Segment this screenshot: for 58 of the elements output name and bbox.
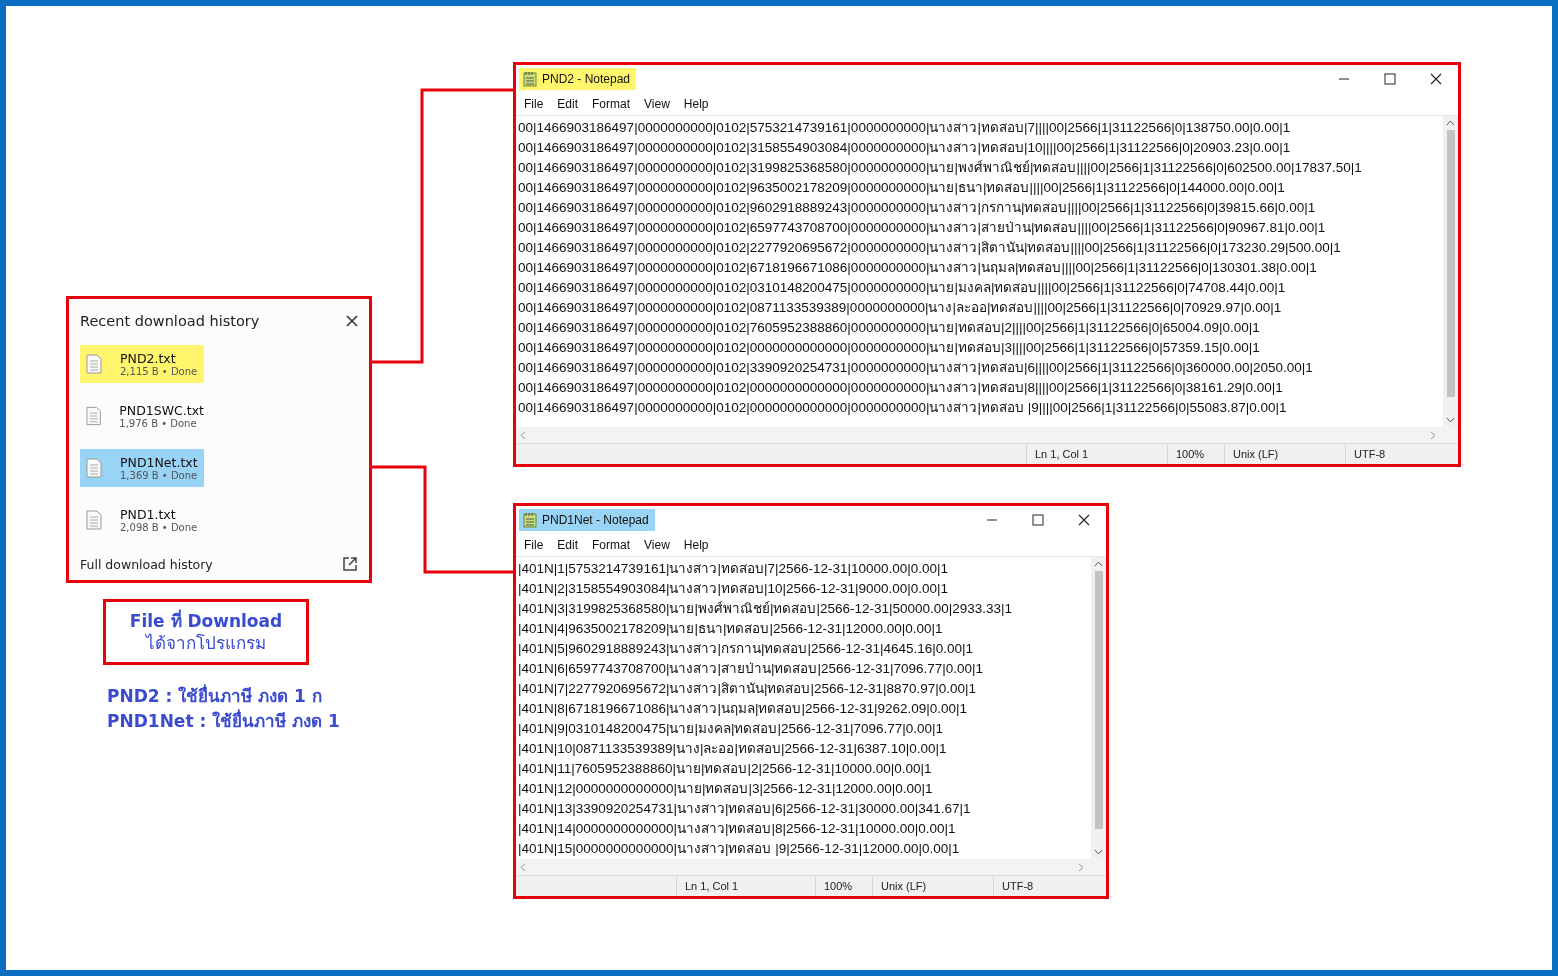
- zoom-level: 100%: [815, 876, 872, 896]
- download-item[interactable]: PND2.txt 2,115 B • Done: [80, 345, 204, 383]
- file-meta: 2,115 B • Done: [120, 366, 198, 377]
- scroll-down-icon[interactable]: [1446, 417, 1455, 423]
- notepad-icon: [523, 71, 537, 87]
- scroll-up-icon[interactable]: [1446, 120, 1455, 126]
- external-link-icon[interactable]: [342, 556, 358, 572]
- file-icon: [86, 406, 102, 426]
- file-name: PND1Net.txt: [120, 455, 198, 470]
- close-icon[interactable]: [346, 315, 358, 327]
- vertical-scrollbar[interactable]: [1091, 557, 1106, 859]
- menu-item[interactable]: View: [637, 95, 677, 113]
- file-name: PND1.txt: [120, 507, 177, 522]
- file-meta: 1,369 B • Done: [120, 470, 198, 481]
- text-area[interactable]: 00|1466903186497|0000000000|0102|5753214739161|0000000000|นางสาว|ทดสอบ|7||||00|2566|1|31122566|0|138750.00|0.00|1 00|1466903186497|0000000000|0102|3158554903084|0000000000|นางสาว|ทดสอบ|10||||00|2566|1|31122566|0|20903.23|0.00|1 00|1466903186497|0000000000|0102|3199825368580|0000000000|นาย|พงศ์พาณิชย์|ทดสอบ||||00|2566|1|31122566|0|602500.00|17837.50|1 00|1466903186497|0000000000|0102|9635002178209|0000000000|นาย|ธนา|ทดสอบ||||00|2566|1|31122566|0|144000.00|0.00|1 00|1466903186497|0000000000|0102|9602918889243|0000000000|นางสาว|กรกาน|ทดสอบ||||00|2566|1|31122566|0|39815.66|0.00|1 00|1466903186497|0000000000|0102|6597743708700|0000000000|นางสาว|สายป่าน|ทดสอบ||||00|2566|1|31122566|0|90967.81|0.00|1 00|1466903186497|0000000000|0102|2277920695672|0000000000|นางสาว|สิตานัน|ทดสอบ||||00|2566|1|31122566|0|173230.29|500.00|1 00|1466903186497|0000000000|0102|6718196671086|0000000000|นางสาว|นฤมล|ทดสอบ||||00|2566|1|31122566|0|130301.38|0.00|1 00|1466903186497|0000000000|0102|0310148200475|0000000000|นาย|มงคล|ทดสอบ||||00|2566|1|31122566|0|74708.44|0.00|1 00|1466903186497|0000000000|0102|0871133539389|0000000000|นาง|ละออ|ทดสอบ||||00|2566|1|31122566|0|70929.97|0.00|1 00|1466903186497|0000000000|0102|7605952388860|0000000000|นาย|ทดสอบ|2||||00|2566|1|31122566|0|65004.09|0.00|1 00|1466903186497|0000000000|0102|0000000000000|0000000000|นาย|ทดสอบ|3||||00|2566|1|31122566|0|57359.15|0.00|1 00|1466903186497|0000000000|0102|3390920254731|0000000000|นางสาว|ทดสอบ|6||||00|2566|1|31122566|0|360000.00|2050.00|1 00|1466903186497|0000000000|0102|0000000000000|0000000000|นางสาว|ทดสอบ|8||||00|2566|1|31122566|0|38161.29|0.00|1 00|1466903186497|0000000000|0102|0000000000000|0000000000|นางสาว|ทดสอบ |9||||00|2566|1|31122566|0|55083.87|0.00|1: [516, 116, 1443, 427]
- encoding: UTF-8: [1345, 444, 1458, 464]
- download-item[interactable]: PND1.txt 2,098 B • Done: [80, 501, 204, 539]
- file-name: PND1SWC.txt: [119, 403, 204, 418]
- file-name: PND2.txt: [120, 351, 177, 366]
- line-ending: Unix (LF): [1224, 444, 1345, 464]
- caption-text: ได้จากโปรแกรม: [146, 632, 266, 655]
- notepad-icon: [523, 512, 537, 528]
- panel-title: Recent download history: [80, 313, 260, 329]
- cursor-position: Ln 1, Col 1: [676, 876, 815, 896]
- legend-text: PND2 : ใช้ยื่นภาษี ภงด 1 ก: [107, 684, 323, 708]
- file-icon: [86, 458, 102, 478]
- cursor-position: Ln 1, Col 1: [1026, 444, 1167, 464]
- menu-item[interactable]: View: [637, 536, 677, 554]
- window-title: PND1Net - Notepad: [519, 509, 655, 531]
- file-meta: 1,976 B • Done: [119, 418, 198, 429]
- zoom-level: 100%: [1167, 444, 1224, 464]
- maximize-icon[interactable]: [1384, 73, 1396, 85]
- text-area[interactable]: |401N|1|5753214739161|นางสาว|ทดสอบ|7|2566-12-31|10000.00|0.00|1 |401N|2|3158554903084|นางสาว|ทดสอบ|10|2566-12-31|9000.00|0.00|1 |401N|3|3199825368580|นาย|พงศ์พาณิชย์|ทดสอบ|2566-12-31|50000.00|2933.33|1 |401N|4|9635002178209|นาย|ธนา|ทดสอบ|2566-12-31|12000.00|0.00|1 |401N|5|9602918889243|นางสาว|กรกาน|ทดสอบ|2566-12-31|4645.16|0.00|1 |401N|6|6597743708700|นางสาว|สายป่าน|ทดสอบ|2566-12-31|7096.77|0.00|1 |401N|7|2277920695672|นางสาว|สิตานัน|ทดสอบ|2566-12-31|8870.97|0.00|1 |401N|8|6718196671086|นางสาว|นฤมล|ทดสอบ|2566-12-31|9262.09|0.00|1 |401N|9|0310148200475|นาย|มงคล|ทดสอบ|2566-12-31|7096.77|0.00|1 |401N|10|0871133539389|นาง|ละออ|ทดสอบ|2566-12-31|6387.10|0.00|1 |401N|11|7605952388860|นาย|ทดสอบ|2|2566-12-31|10000.00|0.00|1 |401N|12|0000000000000|นาย|ทดสอบ|3|2566-12-31|12000.00|0.00|1 |401N|13|3390920254731|นางสาว|ทดสอบ|6|2566-12-31|30000.00|341.67|1 |401N|14|0000000000000|นางสาว|ทดสอบ|8|2566-12-31|10000.00|0.00|1 |401N|15|0000000000000|นางสาว|ทดสอบ |9|2566-12-31|12000.00|0.00|1: [516, 557, 1091, 859]
- menu-item[interactable]: Edit: [550, 536, 586, 554]
- menu-item[interactable]: Help: [676, 536, 716, 554]
- menu-item[interactable]: Edit: [550, 95, 586, 113]
- file-icon: [86, 354, 102, 374]
- legend-text: PND1Net : ใช้ยื่นภาษี ภงด 1: [107, 709, 340, 733]
- file-meta: 2,098 B • Done: [120, 522, 198, 533]
- vertical-scrollbar[interactable]: [1443, 116, 1458, 427]
- download-item[interactable]: PND1SWC.txt 1,976 B • Done: [80, 397, 204, 435]
- full-history-link[interactable]: Full download history: [80, 556, 213, 572]
- scroll-down-icon[interactable]: [1094, 849, 1103, 855]
- encoding: UTF-8: [993, 876, 1106, 896]
- caption-text: File ที่ Download: [129, 609, 283, 632]
- file-icon: [86, 510, 102, 530]
- maximize-icon[interactable]: [1032, 514, 1044, 526]
- menu-item[interactable]: File: [517, 95, 551, 113]
- download-item[interactable]: PND1Net.txt 1,369 B • Done: [80, 449, 204, 487]
- menu-item[interactable]: Help: [676, 95, 716, 113]
- window-title: PND2 - Notepad: [519, 68, 637, 90]
- line-ending: Unix (LF): [872, 876, 993, 896]
- scroll-up-icon[interactable]: [1094, 561, 1103, 567]
- menu-item[interactable]: File: [517, 536, 551, 554]
- close-icon[interactable]: [1430, 73, 1442, 85]
- close-icon[interactable]: [1078, 514, 1090, 526]
- menu-item[interactable]: Format: [585, 95, 638, 113]
- menu-item[interactable]: Format: [585, 536, 638, 554]
